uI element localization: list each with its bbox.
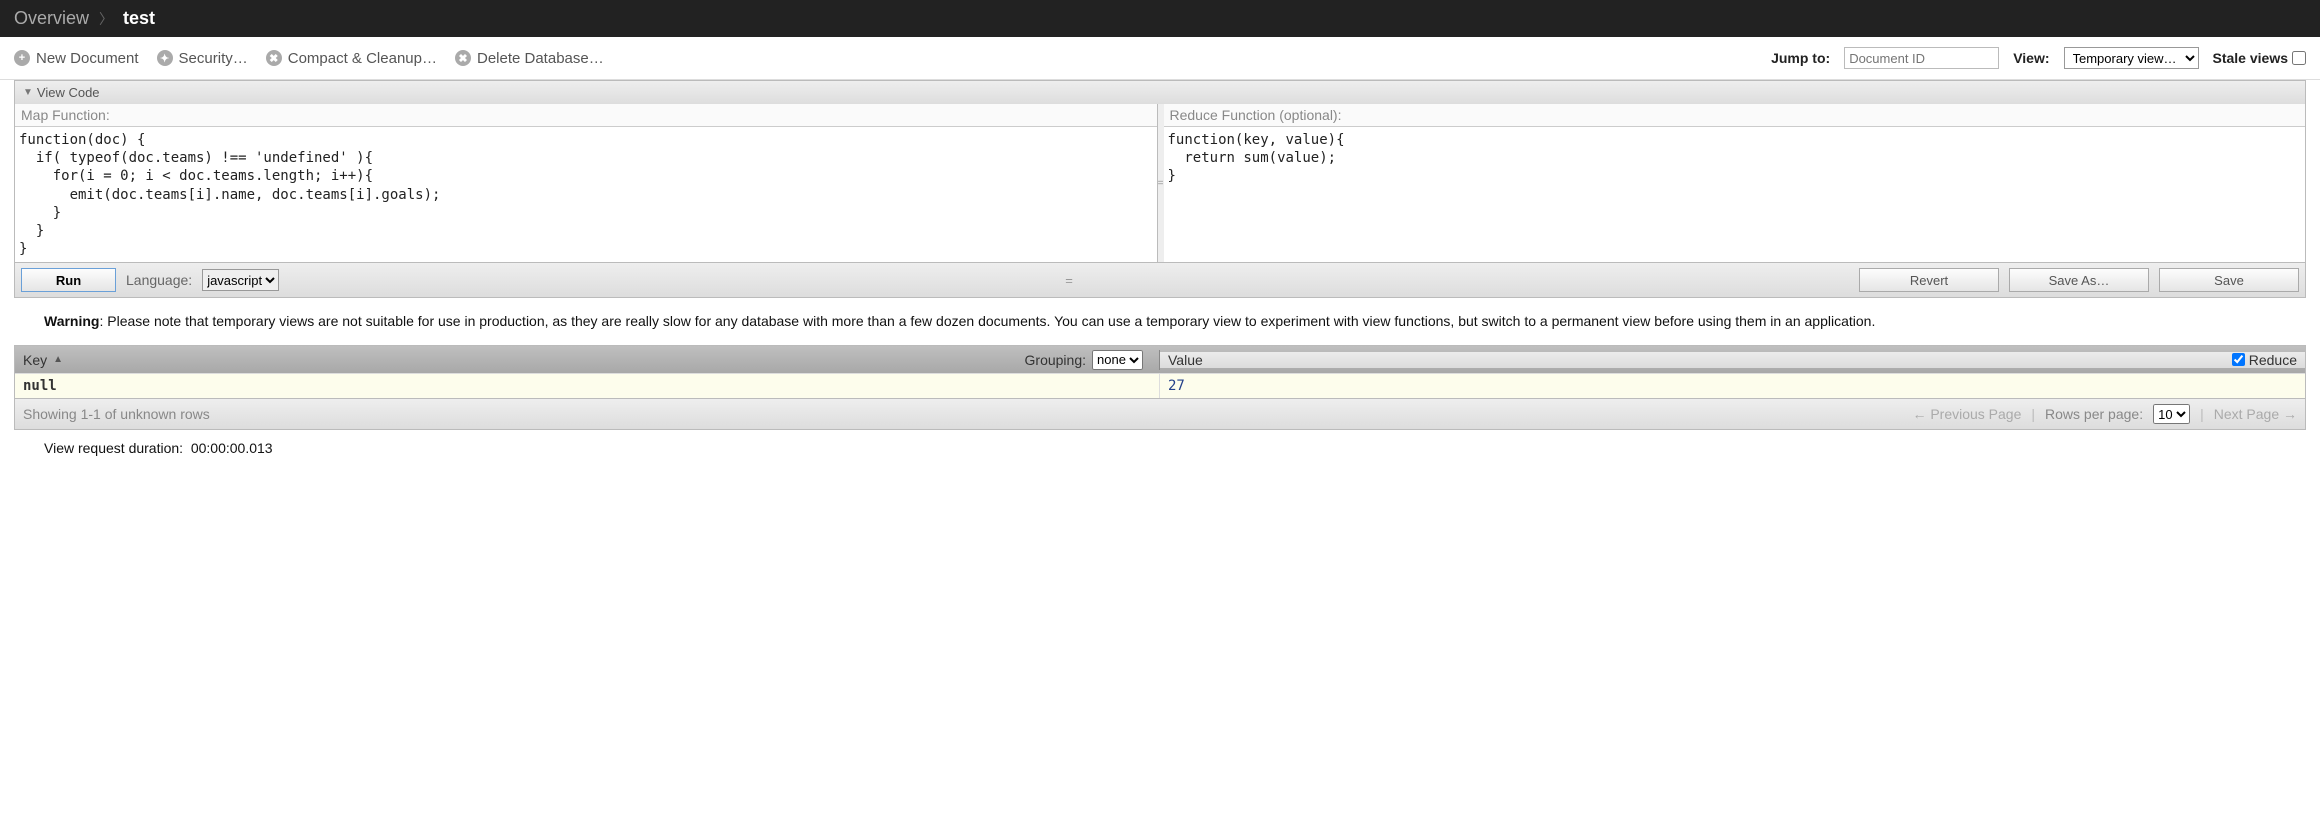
reduce-control: Reduce [2232,352,2297,368]
view-code-panel: ▼ View Code Map Function: function(doc) … [14,80,2306,298]
view-request-duration: View request duration: 00:00:00.013 [0,430,2320,466]
delete-database-button[interactable]: ✖ Delete Database… [455,50,604,67]
results-table: Key ▲ Grouping: none Value Reduce null 2… [14,345,2306,430]
key-column-header[interactable]: Key ▲ Grouping: none [15,350,1160,370]
revert-button[interactable]: Revert [1859,268,1999,292]
breadcrumb: Overview 〉 test [0,0,2320,37]
grouping-select[interactable]: none [1092,350,1143,370]
key-header-label: Key [23,352,47,368]
security-button[interactable]: ✦ Security… [157,50,248,67]
toolbar: + New Document ✦ Security… ✖ Compact & C… [0,37,2320,80]
duration-label: View request duration: [44,440,183,456]
map-function-title: Map Function: [15,104,1157,127]
toolbar-left: + New Document ✦ Security… ✖ Compact & C… [14,50,604,67]
sort-asc-icon: ▲ [53,354,63,365]
warning-message: Warning: Please note that temporary view… [0,298,2320,345]
delete-icon: ✖ [455,50,471,66]
cell-key: null [15,374,1160,398]
view-code-title: View Code [37,85,100,100]
rows-per-page-label: Rows per page: [2045,406,2143,422]
compact-icon: ✖ [266,50,282,66]
cell-value: 27 [1160,374,2305,398]
breadcrumb-root[interactable]: Overview [14,8,89,29]
key-icon: ✦ [157,50,173,66]
duration-value: 00:00:00.013 [191,440,273,456]
new-document-button[interactable]: + New Document [14,50,139,67]
chevron-right-icon: 〉 [99,9,113,29]
results-footer: Showing 1-1 of unknown rows ← Previous P… [15,398,2305,429]
compact-cleanup-button[interactable]: ✖ Compact & Cleanup… [266,50,437,67]
pager-sep-1: | [2031,406,2035,422]
jump-to-input[interactable] [1844,47,1999,69]
footer-spacer: = [289,273,1849,288]
plus-icon: + [14,50,30,66]
run-button[interactable]: Run [21,268,116,292]
reduce-label: Reduce [2249,352,2297,368]
toolbar-right: Jump to: View: Temporary view… Stale vie… [1771,47,2306,69]
reduce-checkbox[interactable] [2232,353,2245,366]
view-code-header[interactable]: ▼ View Code [15,81,2305,104]
save-as-button[interactable]: Save As… [2009,268,2149,292]
save-button[interactable]: Save [2159,268,2299,292]
pager-sep-2: | [2200,406,2204,422]
showing-text: Showing 1-1 of unknown rows [23,406,210,422]
new-document-label: New Document [36,50,139,67]
results-header: Key ▲ Grouping: none Value Reduce [15,346,2305,373]
stale-views-label: Stale views [2213,50,2289,66]
reduce-function-column: Reduce Function (optional): function(key… [1164,104,2306,262]
delete-database-label: Delete Database… [477,50,604,67]
value-header-label: Value [1168,352,1203,368]
triangle-down-icon: ▼ [23,87,33,98]
function-editors: Map Function: function(doc) { if( typeof… [15,104,2305,262]
grouping-control: Grouping: none [1025,350,1151,370]
pager: ← Previous Page | Rows per page: 10 | Ne… [1912,404,2297,424]
view-select[interactable]: Temporary view… [2064,47,2199,69]
reduce-function-editor[interactable]: function(key, value){ return sum(value);… [1164,127,2306,257]
view-label: View: [2013,50,2049,66]
language-select[interactable]: javascript [202,269,279,291]
map-function-editor[interactable]: function(doc) { if( typeof(doc.teams) !=… [15,127,1157,262]
map-function-column: Map Function: function(doc) { if( typeof… [15,104,1158,262]
warning-text: : Please note that temporary views are n… [99,313,1875,329]
compact-label: Compact & Cleanup… [288,50,437,67]
stale-views-checkbox[interactable] [2292,51,2306,65]
view-code-footer: Run Language: javascript = Revert Save A… [15,262,2305,297]
jump-to-label: Jump to: [1771,50,1830,66]
security-label: Security… [179,50,248,67]
value-column-header: Value Reduce [1160,352,2305,368]
reduce-function-title: Reduce Function (optional): [1164,104,2306,127]
breadcrumb-current: test [123,8,155,29]
warning-prefix: Warning [44,313,99,329]
rows-per-page-select[interactable]: 10 [2153,404,2190,424]
table-row[interactable]: null 27 [15,373,2305,398]
grouping-label: Grouping: [1025,352,1086,368]
previous-page-link[interactable]: ← Previous Page [1912,406,2021,422]
next-page-link[interactable]: Next Page → [2214,406,2297,422]
language-label: Language: [126,272,192,288]
